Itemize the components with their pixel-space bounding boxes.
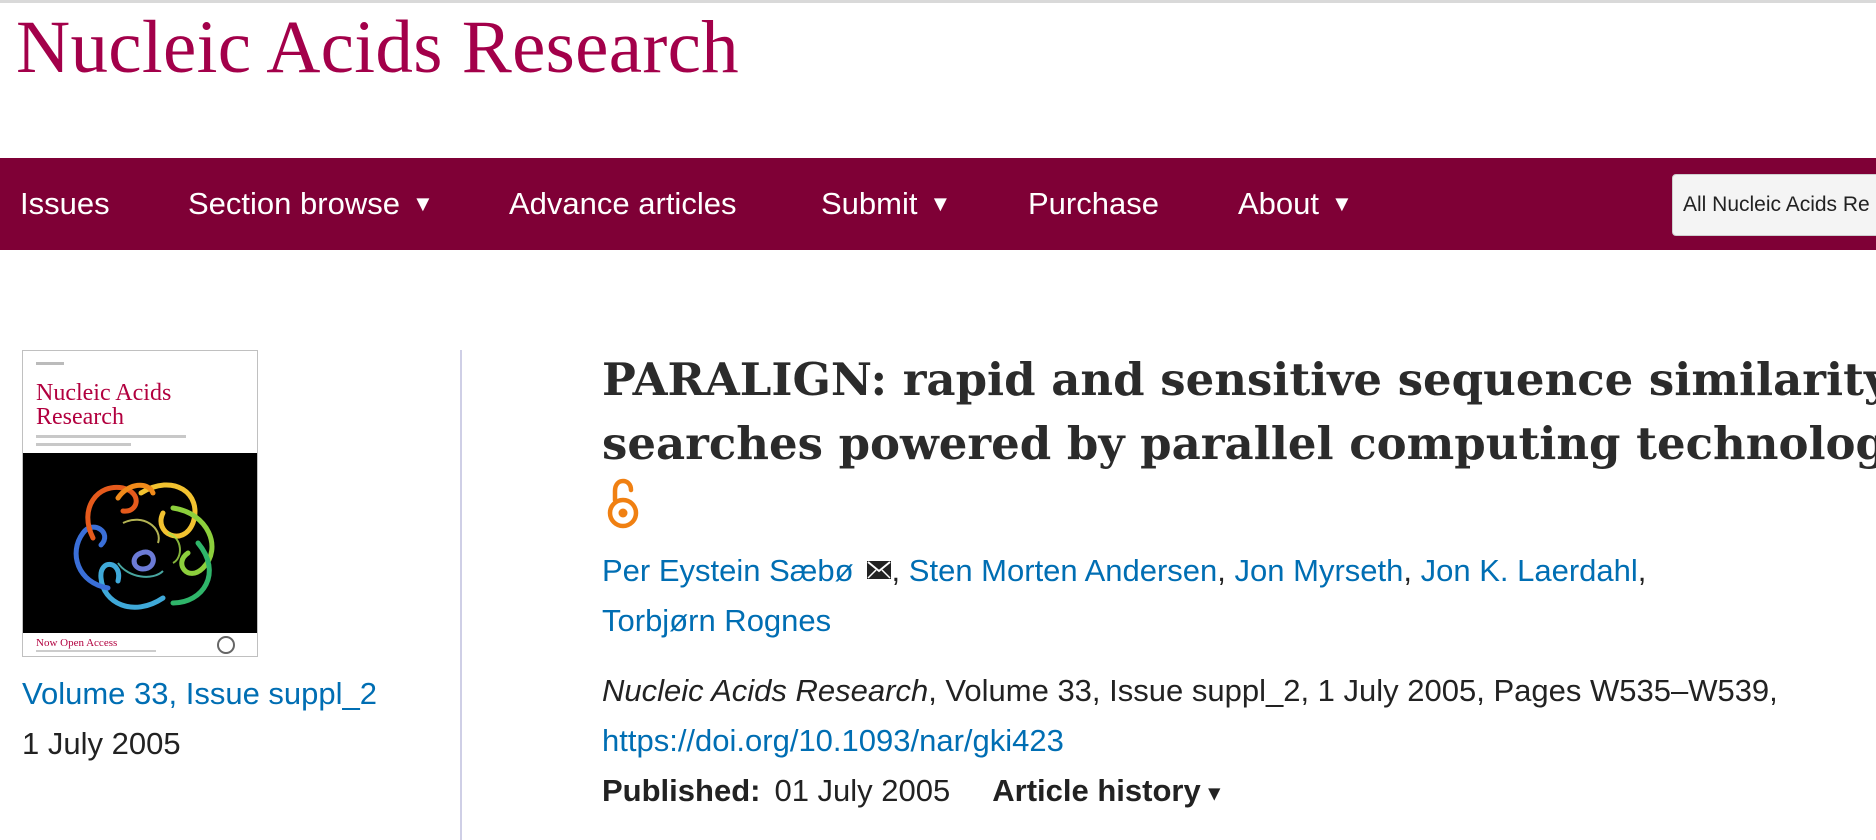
search-scope-select[interactable]: All Nucleic Acids Re <box>1672 174 1876 236</box>
journal-logo-title[interactable]: Nucleic Acids Research <box>16 8 739 88</box>
issue-link[interactable]: Volume 33, Issue suppl_2 <box>22 676 377 712</box>
citation-journal: Nucleic Acids Research <box>602 673 929 708</box>
article-title-line2: searches powered by parallel computing t… <box>602 417 1876 470</box>
nav-about-label: About <box>1238 186 1320 221</box>
nav-advance-articles[interactable]: Advance articles <box>509 158 736 250</box>
main-navbar: Issues Section browse ▼ Advance articles … <box>0 158 1876 250</box>
cover-footer-line <box>36 650 156 652</box>
publication-info: Published: 01 July 2005 Article history ▾ <box>602 766 1220 819</box>
nav-section-browse[interactable]: Section browse ▼ <box>188 158 434 250</box>
cover-title: Nucleic Acids Research <box>36 381 171 429</box>
published-date: 01 July 2005 <box>774 773 951 808</box>
citation-details: , Volume 33, Issue suppl_2, 1 July 2005,… <box>928 673 1778 708</box>
nav-issues[interactable]: Issues <box>20 158 110 250</box>
author-separator: , <box>1403 553 1412 588</box>
published-label: Published: <box>602 773 761 808</box>
nav-submit[interactable]: Submit ▼ <box>821 158 951 250</box>
chevron-down-icon: ▼ <box>929 191 952 216</box>
cover-title-line2: Research <box>36 404 124 430</box>
author-link[interactable]: Jon K. Laerdahl <box>1421 553 1638 588</box>
cover-footer-text: Now Open Access <box>36 637 118 649</box>
chevron-down-icon: ▼ <box>1331 191 1353 216</box>
author-separator: , <box>1637 553 1647 588</box>
chevron-down-icon: ▼ <box>411 191 434 216</box>
citation-block: Nucleic Acids Research, Volume 33, Issue… <box>602 666 1876 766</box>
nav-advance-articles-label: Advance articles <box>509 186 737 221</box>
envelope-icon[interactable] <box>866 560 892 580</box>
cover-title-line1: Nucleic Acids <box>36 380 172 406</box>
author-list: Per Eystein Sæbø, Sten Morten Andersen, … <box>602 546 1876 646</box>
cover-header: Nucleic Acids Research <box>23 351 257 453</box>
author-link[interactable]: Jon Myrseth <box>1235 553 1404 588</box>
chevron-down-icon: ▾ <box>1208 780 1220 805</box>
author-link[interactable]: Torbjørn Rognes <box>602 603 831 638</box>
author-separator: , <box>1217 553 1226 588</box>
nav-issues-label: Issues <box>20 186 110 221</box>
nav-about[interactable]: About ▼ <box>1238 158 1353 250</box>
cover-protein-structure-image <box>23 453 257 633</box>
issue-date: 1 July 2005 <box>22 726 181 761</box>
top-border <box>0 0 1876 3</box>
author-separator: , <box>891 553 901 588</box>
article-title: PARALIGN: rapid and sensitive sequence s… <box>602 348 1876 476</box>
issue-cover-image[interactable]: Nucleic Acids Research Now Open Access <box>22 350 258 657</box>
cover-meta-line <box>36 443 131 446</box>
doi-link[interactable]: https://doi.org/10.1093/nar/gki423 <box>602 723 1064 758</box>
cover-footer: Now Open Access <box>23 633 257 656</box>
author-link[interactable]: Per Eystein Sæbø <box>602 553 854 588</box>
nav-purchase[interactable]: Purchase <box>1028 158 1159 250</box>
article-history-toggle[interactable]: Article history ▾ <box>992 773 1220 808</box>
nav-purchase-label: Purchase <box>1028 186 1159 221</box>
cover-small-text <box>36 362 64 365</box>
author-link[interactable]: Sten Morten Andersen <box>909 553 1217 588</box>
cover-meta-line <box>36 435 186 438</box>
nav-section-browse-label: Section browse <box>188 186 400 221</box>
nav-submit-label: Submit <box>821 186 918 221</box>
column-divider <box>460 350 462 840</box>
publisher-seal-icon <box>217 636 235 654</box>
open-access-lock-icon <box>607 478 639 529</box>
article-title-line1: PARALIGN: rapid and sensitive sequence s… <box>602 353 1876 406</box>
article-history-label: Article history <box>992 773 1201 808</box>
